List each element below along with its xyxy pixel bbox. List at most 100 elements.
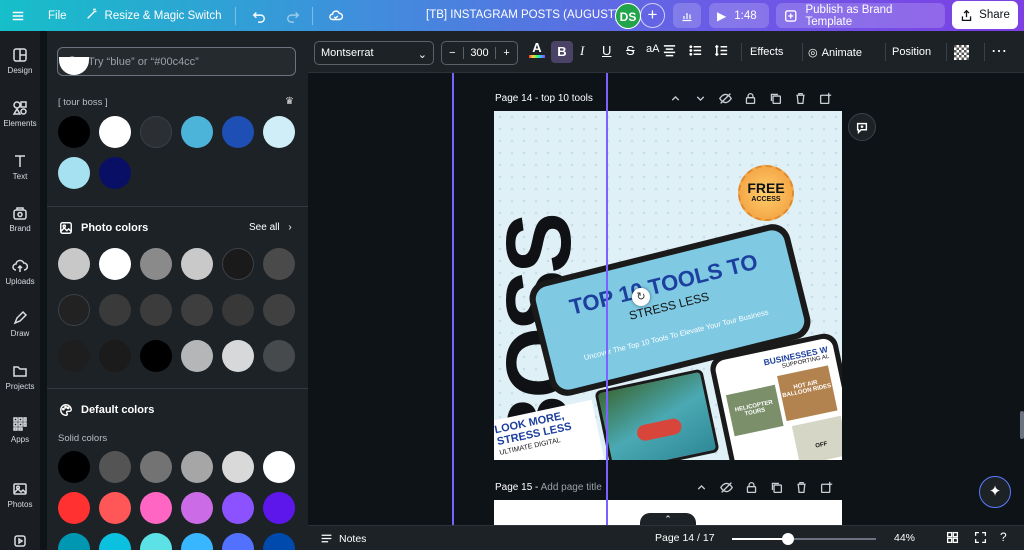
color-swatch[interactable] bbox=[222, 116, 254, 148]
color-swatch[interactable] bbox=[263, 116, 295, 148]
letter-case-button[interactable]: aA bbox=[646, 43, 659, 55]
publish-brand-template-button[interactable]: Publish as Brand Template bbox=[776, 3, 945, 28]
color-swatch[interactable] bbox=[263, 248, 295, 280]
color-swatch[interactable] bbox=[58, 248, 90, 280]
page-14-label[interactable]: Page 14 - top 10 tools bbox=[495, 93, 593, 104]
color-swatch[interactable] bbox=[181, 533, 213, 550]
color-swatch[interactable] bbox=[181, 248, 213, 280]
page-15-label[interactable]: Page 15 - Add page title bbox=[495, 482, 602, 493]
color-swatch[interactable] bbox=[181, 294, 213, 326]
color-swatch[interactable] bbox=[181, 451, 213, 483]
trash-icon[interactable] bbox=[794, 92, 807, 105]
hide-icon[interactable] bbox=[720, 481, 733, 494]
color-swatch[interactable] bbox=[58, 451, 90, 483]
animate-button[interactable]: ◎ Animate bbox=[808, 46, 862, 59]
color-swatch[interactable] bbox=[140, 533, 172, 550]
color-swatch[interactable] bbox=[222, 492, 254, 524]
strikethrough-button[interactable]: S bbox=[626, 43, 635, 58]
bold-button[interactable]: B bbox=[551, 41, 573, 63]
help-button[interactable]: ? bbox=[1000, 530, 1007, 544]
chevron-up-icon[interactable] bbox=[695, 481, 708, 494]
color-swatch[interactable] bbox=[58, 116, 90, 148]
avatar[interactable]: DS bbox=[615, 3, 641, 29]
increase-size-button[interactable]: + bbox=[495, 47, 517, 59]
color-swatch[interactable] bbox=[99, 340, 131, 372]
color-swatch[interactable] bbox=[263, 533, 295, 550]
color-swatch[interactable] bbox=[263, 451, 295, 483]
fullscreen-button[interactable] bbox=[974, 531, 987, 547]
color-swatch[interactable] bbox=[181, 340, 213, 372]
color-swatch[interactable] bbox=[99, 294, 131, 326]
artboard-page-14[interactable]: BOSS FREE ACCESS TOP 10 TOOLS TO STRESS … bbox=[494, 111, 842, 460]
trash-icon[interactable] bbox=[795, 481, 808, 494]
more-options-button[interactable]: ⋯ bbox=[991, 41, 1007, 61]
color-swatch[interactable] bbox=[58, 294, 90, 326]
rail-apps[interactable]: Apps bbox=[0, 416, 40, 444]
rail-elements[interactable]: Elements bbox=[0, 100, 40, 128]
add-collaborator-button[interactable]: + bbox=[640, 3, 665, 28]
collapse-pages-handle[interactable]: ⌃ bbox=[640, 513, 696, 525]
underline-button[interactable]: U bbox=[602, 43, 611, 58]
duplicate-icon[interactable] bbox=[770, 481, 783, 494]
color-swatch[interactable] bbox=[140, 116, 172, 148]
rail-design[interactable]: Design bbox=[0, 47, 40, 75]
see-all-link[interactable]: See all › bbox=[249, 222, 292, 233]
rail-text[interactable]: Text bbox=[0, 153, 40, 181]
page-indicator[interactable]: Page 14 / 17 bbox=[655, 532, 715, 544]
rail-more[interactable] bbox=[0, 533, 40, 550]
lock-icon[interactable] bbox=[744, 92, 757, 105]
decrease-size-button[interactable]: − bbox=[442, 47, 464, 59]
color-swatch[interactable] bbox=[58, 340, 90, 372]
color-swatch[interactable] bbox=[58, 533, 90, 550]
lock-icon[interactable] bbox=[745, 481, 758, 494]
cloud-save-button[interactable] bbox=[317, 0, 355, 31]
present-button[interactable]: ▶ 1:48 bbox=[709, 3, 769, 28]
spacing-button[interactable] bbox=[714, 43, 729, 61]
color-swatch[interactable] bbox=[181, 116, 213, 148]
magic-assistant-button[interactable]: ✦ bbox=[979, 476, 1011, 508]
color-swatch[interactable] bbox=[140, 248, 172, 280]
color-swatch[interactable] bbox=[99, 492, 131, 524]
color-search-input[interactable] bbox=[88, 55, 288, 68]
zoom-level[interactable]: 44% bbox=[894, 532, 915, 544]
color-swatch[interactable] bbox=[99, 533, 131, 550]
color-swatch[interactable] bbox=[222, 294, 254, 326]
color-swatch[interactable] bbox=[140, 340, 172, 372]
rail-draw[interactable]: Draw bbox=[0, 310, 40, 338]
add-page-icon[interactable] bbox=[820, 481, 833, 494]
color-swatch[interactable] bbox=[99, 116, 131, 148]
hide-icon[interactable] bbox=[719, 92, 732, 105]
color-swatch[interactable] bbox=[181, 492, 213, 524]
menu-icon[interactable] bbox=[0, 0, 36, 31]
color-swatch[interactable] bbox=[222, 248, 254, 280]
rail-uploads[interactable]: Uploads bbox=[0, 258, 40, 286]
font-size-value[interactable]: 300 bbox=[464, 47, 496, 59]
undo-button[interactable] bbox=[240, 0, 278, 31]
rotate-handle[interactable]: ↻ bbox=[632, 288, 650, 306]
notes-button[interactable]: Notes bbox=[320, 532, 366, 545]
text-color-button[interactable]: A bbox=[528, 40, 546, 58]
color-swatch[interactable] bbox=[99, 451, 131, 483]
transparency-button[interactable] bbox=[954, 45, 969, 60]
color-swatch[interactable] bbox=[140, 492, 172, 524]
color-swatch[interactable] bbox=[263, 294, 295, 326]
color-swatch[interactable] bbox=[58, 157, 90, 189]
rail-brand[interactable]: Brand bbox=[0, 205, 40, 233]
document-title[interactable]: [TB] INSTAGRAM POSTS (AUGUST) bbox=[426, 0, 619, 31]
font-size-stepper[interactable]: − 300 + bbox=[441, 41, 518, 65]
align-center-button[interactable] bbox=[662, 43, 677, 61]
color-swatch[interactable] bbox=[222, 340, 254, 372]
color-swatch[interactable] bbox=[222, 533, 254, 550]
insights-button[interactable] bbox=[673, 3, 701, 28]
color-swatch[interactable] bbox=[140, 294, 172, 326]
add-page-icon[interactable] bbox=[819, 92, 832, 105]
rail-photos[interactable]: Photos bbox=[0, 481, 40, 509]
effects-button[interactable]: Effects bbox=[750, 46, 783, 58]
color-swatch[interactable] bbox=[99, 248, 131, 280]
grid-view-button[interactable] bbox=[946, 531, 959, 547]
list-button[interactable] bbox=[688, 43, 703, 61]
zoom-slider-thumb[interactable] bbox=[782, 533, 795, 545]
italic-button[interactable]: I bbox=[580, 43, 584, 59]
zoom-slider[interactable] bbox=[732, 533, 876, 545]
chevron-up-icon[interactable] bbox=[669, 92, 682, 105]
